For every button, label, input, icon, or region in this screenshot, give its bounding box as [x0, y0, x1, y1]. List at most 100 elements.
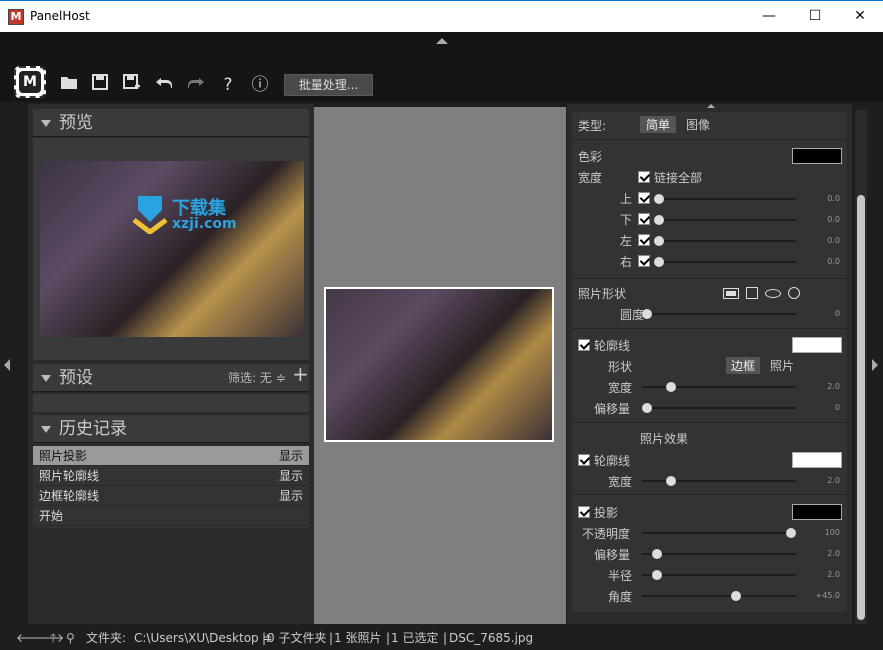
slider-knob[interactable] — [786, 528, 796, 538]
slider-knob[interactable] — [652, 570, 662, 580]
divider — [572, 422, 847, 423]
slider-knob[interactable] — [654, 215, 664, 225]
side-left-label: 左 — [620, 234, 633, 248]
side-right-slider[interactable] — [654, 257, 796, 267]
side-right-checkbox[interactable] — [638, 255, 650, 267]
history-item-name: 边框轮廓线 — [39, 489, 100, 503]
roundness-value: 0 — [834, 309, 840, 318]
history-item[interactable]: 照片投影 显示 — [33, 446, 309, 466]
type-simple-tab[interactable]: 简单 — [640, 116, 677, 133]
filter-value[interactable]: 无 — [260, 371, 272, 385]
slider-knob[interactable] — [654, 236, 664, 246]
side-left-checkbox[interactable] — [638, 234, 650, 246]
side-right-label: 右 — [620, 255, 633, 269]
preview-section-header[interactable]: 预览 — [33, 109, 309, 137]
add-preset-button[interactable]: + — [292, 362, 309, 386]
history-item[interactable]: 边框轮廓线 显示 — [33, 486, 309, 506]
up-arrow-icon[interactable]: 🡑 — [50, 628, 56, 648]
side-top-value: 0.0 — [827, 194, 840, 203]
opacity-value: 100 — [824, 528, 840, 537]
shape-border-tab[interactable]: 边框 — [726, 357, 761, 374]
collapse-left-panel-icon[interactable] — [4, 359, 10, 371]
right-panel-scrollbar[interactable] — [855, 110, 867, 624]
shape-photo-tab[interactable]: 照片 — [770, 357, 794, 374]
side-bottom-checkbox[interactable] — [638, 213, 650, 225]
shadow-offset-slider[interactable] — [642, 549, 796, 559]
watermark-logo-icon — [132, 196, 168, 234]
divider — [572, 328, 847, 329]
minimize-button[interactable]: — — [746, 1, 792, 32]
effect-width-label: 宽度 — [608, 475, 633, 489]
offset-slider[interactable] — [642, 403, 796, 413]
angle-slider[interactable] — [642, 591, 796, 601]
outline-checkbox[interactable] — [578, 339, 590, 351]
effect-width-slider[interactable] — [642, 476, 796, 486]
link-all-checkbox[interactable] — [638, 171, 650, 183]
folder-path[interactable]: C:\Users\XU\Desktop ≑ — [134, 628, 273, 648]
opacity-slider[interactable] — [642, 528, 796, 538]
side-top-slider[interactable] — [654, 194, 796, 204]
side-left-slider[interactable] — [654, 236, 796, 246]
outline-color-swatch[interactable] — [792, 337, 842, 353]
window-title: PanelHost — [30, 9, 90, 23]
opacity-label: 不透明度 — [582, 527, 631, 541]
roundness-slider[interactable] — [642, 309, 796, 319]
forward-arrow-icon[interactable]: 🡒 — [32, 628, 64, 648]
main-photo[interactable] — [324, 287, 554, 442]
collapse-top-panel-icon[interactable] — [436, 38, 448, 44]
shape-square-icon[interactable] — [746, 287, 758, 299]
slider-knob[interactable] — [642, 403, 652, 413]
save-icon[interactable] — [89, 74, 111, 96]
collapse-up-icon[interactable] — [707, 104, 715, 108]
history-item-name: 照片轮廓线 — [39, 469, 100, 483]
effect-outline-color-swatch[interactable] — [792, 452, 842, 468]
batch-process-button[interactable]: 批量处理... — [284, 74, 373, 96]
side-top-label: 上 — [620, 192, 633, 206]
collapse-right-panel-icon[interactable] — [872, 359, 878, 371]
history-list: 照片投影 显示 照片轮廓线 显示 边框轮廓线 显示 开始 — [33, 446, 309, 528]
angle-value: +45.0 — [815, 591, 840, 600]
type-image-tab[interactable]: 图像 — [686, 116, 710, 133]
side-bottom-slider[interactable] — [654, 215, 796, 225]
slider-knob[interactable] — [666, 382, 676, 392]
slider-knob[interactable] — [666, 476, 676, 486]
shadow-color-swatch[interactable] — [792, 504, 842, 520]
redo-icon[interactable] — [185, 74, 207, 96]
side-top-checkbox[interactable] — [638, 192, 650, 204]
info-icon[interactable]: ⓘ — [249, 74, 271, 96]
slider-knob[interactable] — [654, 257, 664, 267]
border-color-swatch[interactable] — [792, 148, 842, 164]
effect-outline-checkbox[interactable] — [578, 454, 590, 466]
slider-knob[interactable] — [652, 549, 662, 559]
scrollbar-thumb[interactable] — [857, 195, 865, 620]
link-all-label: 链接全部 — [654, 171, 703, 185]
history-section-header[interactable]: 历史记录 — [33, 415, 309, 443]
preview-area: 下载集 xzji.com — [33, 138, 309, 360]
slider-knob[interactable] — [731, 591, 741, 601]
history-item[interactable]: 开始 — [33, 506, 309, 526]
selected-count: 1 已选定 — [391, 631, 439, 645]
presets-title: 预设 — [59, 368, 93, 388]
slider-knob[interactable] — [642, 309, 652, 319]
separator: | — [262, 631, 267, 645]
search-icon[interactable]: ⚲ — [66, 628, 75, 648]
color-label: 色彩 — [578, 150, 603, 164]
shape-circle-icon[interactable] — [788, 287, 800, 299]
folder-icon[interactable] — [58, 74, 80, 96]
maximize-button[interactable]: ☐ — [792, 1, 838, 32]
preset-filter[interactable]: 筛选: 无 ≑ — [228, 369, 286, 386]
shape-rectangle-icon[interactable] — [723, 288, 739, 299]
offset-value: 0 — [834, 403, 840, 412]
radius-slider[interactable] — [642, 570, 796, 580]
history-item-status: 显示 — [278, 489, 303, 503]
save-as-icon[interactable] — [121, 74, 143, 96]
angle-label: 角度 — [608, 590, 633, 604]
outline-width-slider[interactable] — [642, 382, 796, 392]
shadow-checkbox[interactable] — [578, 506, 590, 518]
slider-knob[interactable] — [654, 194, 664, 204]
undo-icon[interactable] — [153, 74, 175, 96]
help-icon[interactable]: ? — [217, 74, 239, 96]
history-item[interactable]: 照片轮廓线 显示 — [33, 466, 309, 486]
close-button[interactable]: ✕ — [837, 1, 883, 32]
shape-ellipse-icon[interactable] — [765, 289, 781, 298]
